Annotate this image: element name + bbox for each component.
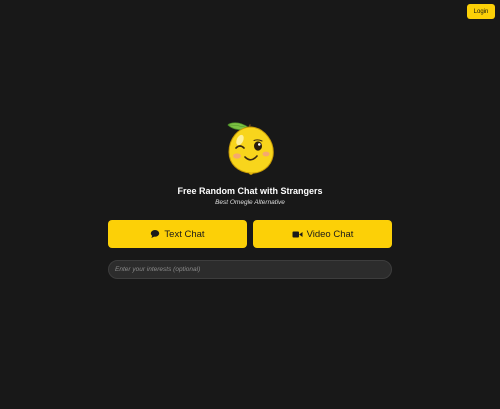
page-title: Free Random Chat with Strangers [177,186,323,196]
interests-input[interactable] [108,260,392,279]
winking-lemon-mascot-icon [225,116,277,176]
login-button[interactable]: Login [467,4,495,19]
video-camera-icon [292,230,303,239]
video-chat-label: Video Chat [306,228,354,240]
landing-page: Login Free Random Chat with Strangers Be… [0,0,500,409]
video-chat-button[interactable]: Video Chat [253,220,392,248]
page-subtitle: Best Omegle Alternative [215,199,285,206]
speech-bubble-icon [150,229,160,239]
text-chat-button[interactable]: Text Chat [108,220,247,248]
text-chat-label: Text Chat [164,228,205,240]
